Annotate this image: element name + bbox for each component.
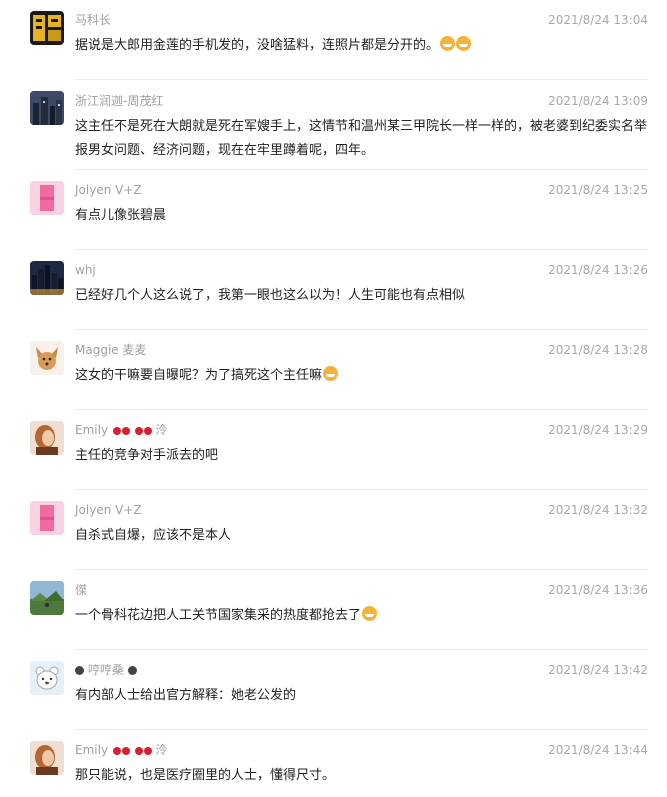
comment-text: 那只能说，也是医疗圈里的人士，懂得尺寸。 — [75, 764, 655, 788]
timestamp: 2021/8/24 13:32 — [548, 503, 648, 517]
timestamp: 2021/8/24 13:28 — [548, 343, 648, 357]
comment-text-content: 这女的干嘛要自曝呢？为了搞死这个主任嘛 — [75, 368, 323, 383]
timestamp: 2021/8/24 13:25 — [548, 183, 648, 197]
timestamp: 2021/8/24 13:04 — [548, 13, 648, 27]
cherry-icon — [121, 747, 130, 755]
username[interactable]: 哼哼桑 — [75, 662, 137, 678]
username[interactable]: Maggie 麦麦 — [75, 342, 146, 358]
cherry-icon — [134, 747, 143, 755]
pink-square-avatar-icon — [30, 501, 64, 535]
comment-text-content: 一个骨科花边把人工关节国家集采的热度都抢去了 — [75, 608, 362, 623]
city-skyline-avatar-icon — [30, 261, 64, 295]
avatar[interactable] — [30, 581, 64, 615]
avatar[interactable] — [30, 181, 64, 215]
comment-item: whj 2021/8/24 13:26 已经好几个人这么说了，我第一眼也这么以为… — [0, 250, 667, 330]
cherry-icon — [112, 747, 121, 755]
laughing-emoji-icon — [362, 606, 378, 621]
comment-item: Jolyen V+Z 2021/8/24 13:32 自杀式自爆，应该不是本人 — [0, 490, 667, 570]
username[interactable]: 马科长 — [75, 12, 111, 28]
comment-text-content: 有内部人士给出官方解释：她老公发的 — [75, 688, 297, 703]
avatar[interactable] — [30, 661, 64, 695]
woman-portrait-avatar-icon — [30, 421, 64, 455]
timestamp: 2021/8/24 13:29 — [548, 423, 648, 437]
paw-icon — [127, 666, 137, 675]
cherry-icon — [112, 427, 121, 435]
username[interactable]: whj — [75, 262, 96, 278]
city-night-avatar-icon — [30, 91, 64, 125]
avatar[interactable] — [30, 501, 64, 535]
avatar[interactable] — [30, 341, 64, 375]
comment-item: Emily 泠 2021/8/24 13:44 那只能说，也是医疗圈里的人士，懂… — [0, 730, 667, 797]
comment-text: 已经好几个人这么说了，我第一眼也这么以为！人生可能也有点相似 — [75, 284, 655, 308]
username[interactable]: Jolyen V+Z — [75, 182, 142, 198]
dog-avatar-icon — [30, 341, 64, 375]
comment-text-content: 主任的竞争对手派去的吧 — [75, 448, 219, 463]
timestamp: 2021/8/24 13:42 — [548, 663, 648, 677]
grinning-emoji-icon — [440, 36, 456, 51]
comment-text: 据说是大郎用金莲的手机发的，没啥猛料，连照片都是分开的。 — [75, 34, 655, 58]
comment-text-content: 有点儿像张碧晨 — [75, 208, 167, 223]
laughing-emoji-icon — [323, 366, 339, 381]
avatar[interactable] — [30, 261, 64, 295]
timestamp: 2021/8/24 13:09 — [548, 94, 648, 108]
comment-list: 马科长 2021/8/24 13:04 据说是大郎用金莲的手机发的，没啥猛料，连… — [0, 0, 667, 797]
comment-text-content: 那只能说，也是医疗圈里的人士，懂得尺寸。 — [75, 768, 336, 783]
timestamp: 2021/8/24 13:44 — [548, 743, 648, 757]
cherry-icon — [143, 427, 152, 435]
comment-text-content: 据说是大郎用金莲的手机发的，没啥猛料，连照片都是分开的。 — [75, 38, 440, 53]
comment-text: 自杀式自爆，应该不是本人 — [75, 524, 655, 548]
cherry-icon — [143, 747, 152, 755]
comment-item: 哼哼桑 2021/8/24 13:42 有内部人士给出官方解释：她老公发的 — [0, 650, 667, 730]
cartoon-bear-avatar-icon — [30, 661, 64, 695]
grinning-emoji-icon — [456, 36, 472, 51]
username-suffix: 泠 — [155, 743, 168, 757]
comment-item: Maggie 麦麦 2021/8/24 13:28 这女的干嘛要自曝呢？为了搞死… — [0, 330, 667, 410]
comment-text: 主任的竞争对手派去的吧 — [75, 444, 655, 468]
comment-text: 这女的干嘛要自曝呢？为了搞死这个主任嘛 — [75, 364, 655, 388]
username[interactable]: 傑 — [75, 582, 87, 598]
username[interactable]: Emily 泠 — [75, 742, 168, 758]
comment-item: 马科长 2021/8/24 13:04 据说是大郎用金莲的手机发的，没啥猛料，连… — [0, 0, 667, 80]
comment-item: Jolyen V+Z 2021/8/24 13:25 有点儿像张碧晨 — [0, 170, 667, 250]
woman-portrait-avatar-icon — [30, 741, 64, 775]
comment-text: 有点儿像张碧晨 — [75, 204, 655, 228]
username-suffix: 泠 — [155, 423, 168, 437]
avatar[interactable] — [30, 11, 64, 45]
pink-square-avatar-icon — [30, 181, 64, 215]
username-text: Emily — [75, 423, 109, 437]
timestamp: 2021/8/24 13:26 — [548, 263, 648, 277]
cherry-icon — [134, 427, 143, 435]
avatar[interactable] — [30, 741, 64, 775]
comment-text-content: 这主任不是死在大朗就是死在军嫂手上，这情节和温州某三甲院长一样一样的，被老婆到纪… — [75, 119, 648, 158]
username[interactable]: Emily 泠 — [75, 422, 168, 438]
username-text: 哼哼桑 — [87, 663, 124, 677]
paw-icon — [75, 666, 84, 675]
username[interactable]: Jolyen V+Z — [75, 502, 142, 518]
username[interactable]: 浙江润迦-周茂红 — [75, 93, 163, 109]
comment-text-content: 已经好几个人这么说了，我第一眼也这么以为！人生可能也有点相似 — [75, 288, 466, 303]
calligraphy-avatar-icon — [33, 15, 61, 41]
avatar[interactable] — [30, 421, 64, 455]
landscape-avatar-icon — [30, 581, 64, 615]
comment-item: 浙江润迦-周茂红 2021/8/24 13:09 这主任不是死在大朗就是死在军嫂… — [0, 80, 667, 170]
comment-item: 傑 2021/8/24 13:36 一个骨科花边把人工关节国家集采的热度都抢去了 — [0, 570, 667, 650]
comment-text: 有内部人士给出官方解释：她老公发的 — [75, 684, 655, 708]
comment-item: Emily 泠 2021/8/24 13:29 主任的竞争对手派去的吧 — [0, 410, 667, 490]
comment-text: 一个骨科花边把人工关节国家集采的热度都抢去了 — [75, 604, 655, 628]
username-text: Emily — [75, 743, 109, 757]
comment-text-content: 自杀式自爆，应该不是本人 — [75, 528, 232, 543]
cherry-icon — [121, 427, 130, 435]
avatar[interactable] — [30, 91, 64, 125]
comment-text: 这主任不是死在大朗就是死在军嫂手上，这情节和温州某三甲院长一样一样的，被老婆到纪… — [75, 115, 655, 163]
timestamp: 2021/8/24 13:36 — [548, 583, 648, 597]
